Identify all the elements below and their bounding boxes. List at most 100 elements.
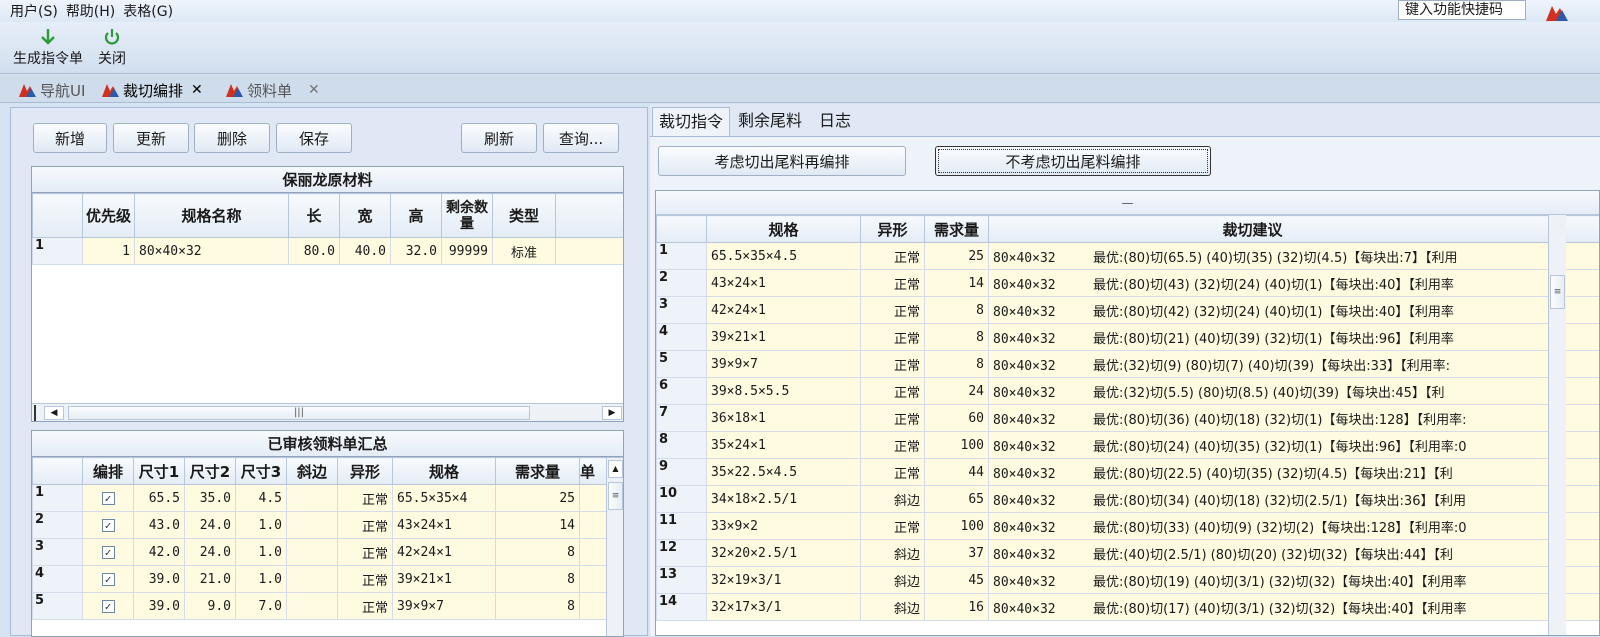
table-row[interactable]: 1232×20×2.5/1斜边3780×40×32最优:(40)切(2.5/1)…: [657, 540, 1600, 567]
cell-demand[interactable]: 8: [496, 539, 580, 566]
table-row[interactable]: 736×18×1正常6080×40×32最优:(80)切(36) (40)切(1…: [657, 405, 1600, 432]
generate-order-button[interactable]: 生成指令单: [13, 26, 83, 68]
cell-cutting-advice[interactable]: 80×40×32最优:(80)切(65.5) (40)切(35) (32)切(4…: [989, 243, 1600, 270]
horizontal-scrollbar[interactable]: ◀ ||| ▶: [32, 403, 624, 421]
cell-size2[interactable]: 21.0: [185, 566, 236, 593]
cell-cutting-advice[interactable]: 80×40×32最优:(32)切(9) (80)切(7) (40)切(39)【每…: [989, 351, 1600, 378]
cell-spec[interactable]: 32×17×3/1: [707, 594, 861, 621]
close-icon[interactable]: ✕: [308, 82, 320, 98]
cell-spec[interactable]: 34×18×2.5/1: [707, 486, 861, 513]
table-row[interactable]: 165.5×35×4.5正常2580×40×32最优:(80)切(65.5) (…: [657, 243, 1600, 270]
cell-demand[interactable]: 8: [925, 324, 989, 351]
arrange-without-scrap-button[interactable]: 不考虑切出尾料编排: [935, 146, 1211, 176]
cell-spec[interactable]: 35×24×1: [707, 432, 861, 459]
table-row[interactable]: 1✓65.535.04.5正常65.5×35×425: [33, 485, 625, 512]
close-button[interactable]: 关闭: [98, 26, 126, 68]
tab-remaining-scrap[interactable]: 剩余尾料: [732, 107, 808, 136]
cell-demand[interactable]: 14: [496, 512, 580, 539]
cell-priority[interactable]: 1: [83, 238, 135, 265]
cell-arrange[interactable]: ✓: [83, 539, 134, 566]
col-header-cutting-advice[interactable]: 裁切建议: [989, 216, 1600, 243]
vertical-scrollbar[interactable]: ≡: [1548, 215, 1566, 636]
cell-spec[interactable]: 32×20×2.5/1: [707, 540, 861, 567]
cell-remaining[interactable]: 99999: [442, 238, 493, 265]
cell-demand[interactable]: 100: [925, 432, 989, 459]
cell-spec[interactable]: 39×21×1: [393, 566, 496, 593]
refresh-button[interactable]: 刷新: [461, 123, 537, 153]
tab-cutting-orders[interactable]: 裁切指令: [652, 107, 730, 136]
cell-size2[interactable]: 9.0: [185, 593, 236, 620]
col-header-length[interactable]: 长: [289, 194, 340, 238]
scroll-thumb[interactable]: ≡: [1550, 275, 1565, 309]
cell-shape[interactable]: 斜边: [861, 567, 925, 594]
cell-bevel[interactable]: [287, 593, 338, 620]
col-header-size3[interactable]: 尺寸3: [236, 458, 287, 485]
arrange-checkbox[interactable]: ✓: [102, 546, 115, 559]
cell-cutting-advice[interactable]: 80×40×32最优:(80)切(33) (40)切(9) (32)切(2)【每…: [989, 513, 1600, 540]
cell-demand[interactable]: 100: [925, 513, 989, 540]
menu-help[interactable]: 帮助(H): [66, 1, 115, 21]
cell-shape[interactable]: 正常: [861, 513, 925, 540]
scroll-left-icon[interactable]: ◀: [44, 406, 64, 420]
cell-shape[interactable]: 正常: [338, 566, 393, 593]
quick-code-input[interactable]: 键入功能快捷码: [1398, 0, 1526, 20]
table-row[interactable]: 1133×9×2正常10080×40×32最优:(80)切(33) (40)切(…: [657, 513, 1600, 540]
cell-shape[interactable]: 正常: [861, 378, 925, 405]
cell-size3[interactable]: 4.5: [236, 485, 287, 512]
cell-size1[interactable]: 43.0: [134, 512, 185, 539]
cell-spec[interactable]: 65.5×35×4.5: [707, 243, 861, 270]
cell-spec[interactable]: 36×18×1: [707, 405, 861, 432]
cell-shape[interactable]: 斜边: [861, 486, 925, 513]
cell-arrange[interactable]: ✓: [83, 566, 134, 593]
cell-cutting-advice[interactable]: 80×40×32最优:(80)切(19) (40)切(3/1) (32)切(32…: [989, 567, 1600, 594]
cell-spec[interactable]: 35×22.5×4.5: [707, 459, 861, 486]
table-row[interactable]: 1332×19×3/1斜边4580×40×32最优:(80)切(19) (40)…: [657, 567, 1600, 594]
col-header-shape[interactable]: 异形: [861, 216, 925, 243]
cell-size2[interactable]: 24.0: [185, 539, 236, 566]
cell-spec[interactable]: 39×9×7: [393, 593, 496, 620]
cell-shape[interactable]: 正常: [338, 485, 393, 512]
delete-button[interactable]: 删除: [194, 123, 270, 153]
arrange-checkbox[interactable]: ✓: [102, 573, 115, 586]
cell-shape[interactable]: 正常: [861, 324, 925, 351]
cell-bevel[interactable]: [287, 485, 338, 512]
table-row[interactable]: 342×24×1正常880×40×32最优:(80)切(42) (32)切(24…: [657, 297, 1600, 324]
tab-navigation[interactable]: 导航UI: [14, 78, 89, 102]
scroll-thumb[interactable]: |||: [68, 406, 530, 420]
cell-size2[interactable]: 24.0: [185, 512, 236, 539]
cell-cutting-advice[interactable]: 80×40×32最优:(40)切(2.5/1) (80)切(20) (32)切(…: [989, 540, 1600, 567]
cell-size2[interactable]: 35.0: [185, 485, 236, 512]
cell-demand[interactable]: 8: [925, 351, 989, 378]
cell-cutting-advice[interactable]: 80×40×32最优:(80)切(36) (40)切(18) (32)切(1)【…: [989, 405, 1600, 432]
cell-demand[interactable]: 8: [496, 566, 580, 593]
table-row[interactable]: 639×8.5×5.5正常2480×40×32最优:(32)切(5.5) (80…: [657, 378, 1600, 405]
col-header-priority[interactable]: 优先级: [83, 194, 135, 238]
cell-shape[interactable]: 正常: [861, 270, 925, 297]
cell-cutting-advice[interactable]: 80×40×32最优:(80)切(17) (40)切(3/1) (32)切(32…: [989, 594, 1600, 621]
cell-spec-name[interactable]: 80×40×32: [135, 238, 289, 265]
cell-shape[interactable]: 正常: [861, 351, 925, 378]
arrange-checkbox[interactable]: ✓: [102, 492, 115, 505]
cell-size1[interactable]: 39.0: [134, 593, 185, 620]
cell-demand[interactable]: 25: [925, 243, 989, 270]
table-row[interactable]: 935×22.5×4.5正常4480×40×32最优:(80)切(22.5) (…: [657, 459, 1600, 486]
cell-demand[interactable]: 8: [496, 593, 580, 620]
menu-table[interactable]: 表格(G): [123, 1, 173, 21]
cell-demand[interactable]: 45: [925, 567, 989, 594]
cell-shape[interactable]: 正常: [861, 243, 925, 270]
tab-material-requisition[interactable]: 领料单 ✕: [221, 78, 324, 102]
cell-spec[interactable]: 33×9×2: [707, 513, 861, 540]
cell-cutting-advice[interactable]: 80×40×32最优:(80)切(43) (32)切(24) (40)切(1)【…: [989, 270, 1600, 297]
col-header-size2[interactable]: 尺寸2: [185, 458, 236, 485]
cell-bevel[interactable]: [287, 512, 338, 539]
cell-spec[interactable]: 42×24×1: [393, 539, 496, 566]
col-header-height[interactable]: 高: [391, 194, 442, 238]
table-row[interactable]: 439×21×1正常880×40×32最优:(80)切(21) (40)切(39…: [657, 324, 1600, 351]
cell-size1[interactable]: 39.0: [134, 566, 185, 593]
table-row[interactable]: 5✓39.09.07.0正常39×9×78: [33, 593, 625, 620]
table-row[interactable]: 2✓43.024.01.0正常43×24×114: [33, 512, 625, 539]
cell-demand[interactable]: 60: [925, 405, 989, 432]
cell-bevel[interactable]: [287, 566, 338, 593]
cell-shape[interactable]: 正常: [861, 405, 925, 432]
col-header-width[interactable]: 宽: [340, 194, 391, 238]
